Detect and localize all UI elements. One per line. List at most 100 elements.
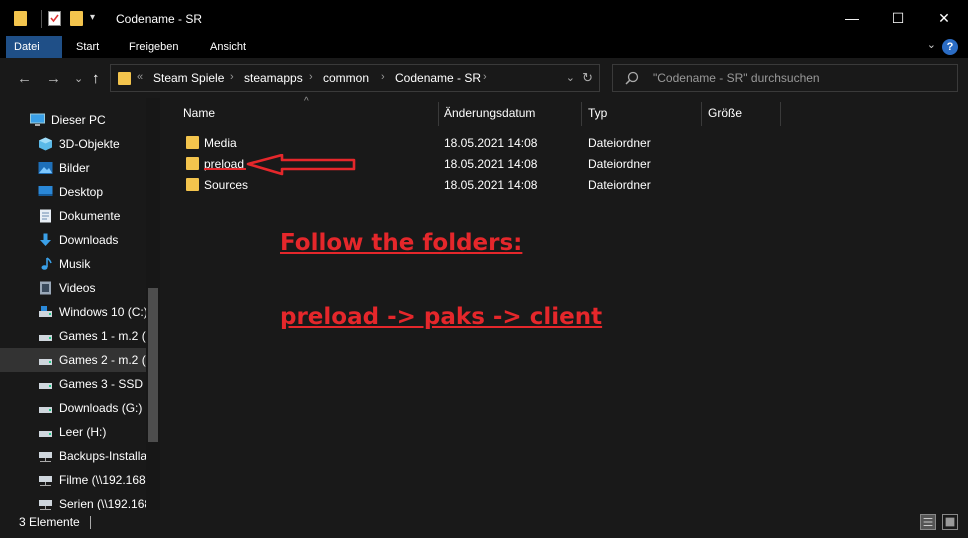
download-icon bbox=[40, 233, 51, 246]
file-date: 18.05.2021 14:08 bbox=[444, 178, 538, 192]
breadcrumb-steam-spiele[interactable]: Steam Spiele bbox=[153, 71, 224, 85]
forward-button[interactable]: → bbox=[46, 70, 61, 87]
minimize-button[interactable]: — bbox=[830, 6, 874, 30]
drive-icon bbox=[39, 383, 52, 389]
sidebar-item-windows-c[interactable]: Windows 10 (C:) bbox=[0, 300, 146, 324]
sidebar-item-label: Leer (H:) bbox=[59, 425, 107, 439]
breadcrumb-common[interactable]: common bbox=[323, 71, 369, 85]
address-dropdown-icon[interactable]: ⌄ bbox=[566, 71, 575, 84]
sidebar-item-backups[interactable]: Backups-Installa bbox=[0, 444, 146, 468]
ribbon-tabs: Datei Start Freigeben Ansicht ⌄ ? bbox=[0, 36, 968, 58]
sidebar-item-label: Downloads (G:) bbox=[59, 401, 143, 415]
sidebar-item-videos[interactable]: Videos bbox=[0, 276, 146, 300]
network-drive-icon bbox=[39, 500, 52, 510]
status-bar: 3 Elemente bbox=[0, 510, 968, 538]
help-icon[interactable]: ? bbox=[942, 39, 958, 55]
tab-freigeben[interactable]: Freigeben bbox=[121, 36, 187, 58]
breadcrumb-steamapps[interactable]: steamapps bbox=[244, 71, 303, 85]
sidebar-item-label: Games 3 - SSD (F bbox=[59, 377, 146, 391]
up-button[interactable]: ↑ bbox=[92, 70, 100, 87]
sidebar-item-label: Downloads bbox=[59, 233, 119, 247]
breadcrumb-overflow[interactable]: « bbox=[137, 71, 143, 83]
sidebar-item-label: Serien (\\192.168 bbox=[59, 497, 146, 510]
sidebar-item-3d-objekte[interactable]: 3D-Objekte bbox=[0, 132, 146, 156]
desktop-icon bbox=[38, 186, 53, 196]
tab-start[interactable]: Start bbox=[68, 36, 107, 58]
video-icon bbox=[40, 281, 51, 295]
sidebar-item-label: Musik bbox=[59, 257, 91, 271]
drive-icon bbox=[39, 407, 52, 413]
drive-icon bbox=[39, 359, 52, 365]
column-divider[interactable] bbox=[780, 102, 781, 126]
breadcrumb-separator[interactable]: › bbox=[309, 71, 313, 83]
breadcrumb-separator[interactable]: › bbox=[483, 71, 487, 83]
sidebar-item-label: Dieser PC bbox=[51, 113, 106, 127]
search-placeholder: "Codename - SR" durchsuchen bbox=[653, 71, 820, 85]
network-drive-icon bbox=[39, 476, 52, 486]
file-name: Sources bbox=[204, 178, 249, 192]
tab-ansicht[interactable]: Ansicht bbox=[202, 36, 254, 58]
scrollbar-thumb[interactable] bbox=[148, 288, 158, 442]
details-view-icon[interactable] bbox=[920, 514, 936, 530]
column-header-name[interactable]: Name bbox=[183, 106, 215, 120]
breadcrumb-separator[interactable]: › bbox=[230, 71, 234, 83]
search-input[interactable]: "Codename - SR" durchsuchen bbox=[612, 64, 958, 92]
properties-icon[interactable] bbox=[48, 11, 61, 26]
close-button[interactable]: ✕ bbox=[922, 6, 966, 30]
sidebar-item-label: Windows 10 (C:) bbox=[59, 305, 146, 319]
maximize-button[interactable]: ☐ bbox=[876, 6, 920, 30]
large-icons-view-icon[interactable] bbox=[942, 514, 958, 530]
sidebar-item-dieser-pc[interactable]: Dieser PC bbox=[0, 108, 146, 132]
column-header-size[interactable]: Größe bbox=[708, 106, 742, 120]
sidebar-item-games-1[interactable]: Games 1 - m.2 (D bbox=[0, 324, 146, 348]
breadcrumb-separator[interactable]: › bbox=[381, 71, 385, 83]
breadcrumb-codename-sr[interactable]: Codename - SR bbox=[395, 71, 481, 85]
quick-access-dropdown-icon[interactable]: ▾ bbox=[90, 12, 95, 23]
sort-indicator-icon: ^ bbox=[304, 96, 309, 107]
back-button[interactable]: ← bbox=[17, 70, 32, 87]
item-count: 3 Elemente bbox=[19, 515, 80, 529]
address-bar[interactable]: « Steam Spiele › steamapps › common › Co… bbox=[110, 64, 600, 92]
window-title: Codename - SR bbox=[116, 12, 203, 26]
file-type: Dateiordner bbox=[588, 136, 651, 150]
sidebar-item-label: Games 1 - m.2 (D bbox=[59, 329, 146, 343]
file-type: Dateiordner bbox=[588, 157, 651, 171]
sidebar-item-musik[interactable]: Musik bbox=[0, 252, 146, 276]
title-bar: ▾ Codename - SR — ☐ ✕ bbox=[0, 0, 968, 36]
picture-icon bbox=[38, 162, 53, 174]
new-folder-icon[interactable] bbox=[70, 11, 83, 26]
tab-datei[interactable]: Datei bbox=[6, 36, 62, 58]
column-divider[interactable] bbox=[438, 102, 439, 126]
sidebar-item-dokumente[interactable]: Dokumente bbox=[0, 204, 146, 228]
sidebar-item-label: Filme (\\192.168 bbox=[59, 473, 146, 487]
column-divider[interactable] bbox=[701, 102, 702, 126]
annotation-line-1: Follow the folders: bbox=[280, 230, 523, 256]
refresh-icon[interactable]: ↻ bbox=[582, 70, 593, 86]
sidebar-item-serien[interactable]: Serien (\\192.168 bbox=[0, 492, 146, 510]
folder-icon bbox=[186, 178, 199, 191]
sidebar-item-downloads-g[interactable]: Downloads (G:) bbox=[0, 396, 146, 420]
sidebar-item-desktop[interactable]: Desktop bbox=[0, 180, 146, 204]
file-row-media[interactable]: Media 18.05.2021 14:08 Dateiordner bbox=[180, 133, 780, 153]
recent-locations-button[interactable]: ⌄ bbox=[74, 72, 83, 85]
file-row-sources[interactable]: Sources 18.05.2021 14:08 Dateiordner bbox=[180, 175, 780, 195]
sidebar-item-bilder[interactable]: Bilder bbox=[0, 156, 146, 180]
column-header-type[interactable]: Typ bbox=[588, 106, 607, 120]
network-drive-icon bbox=[39, 452, 52, 462]
monitor-icon bbox=[30, 113, 45, 126]
sidebar-item-games-3[interactable]: Games 3 - SSD (F bbox=[0, 372, 146, 396]
sidebar-item-label: Desktop bbox=[59, 185, 104, 199]
sidebar-item-downloads[interactable]: Downloads bbox=[0, 228, 146, 252]
cube-icon bbox=[39, 137, 52, 151]
expand-ribbon-icon[interactable]: ⌄ bbox=[927, 38, 936, 51]
sidebar-item-label: Backups-Installa bbox=[59, 449, 146, 463]
drive-icon bbox=[39, 335, 52, 341]
column-header-date[interactable]: Änderungsdatum bbox=[444, 106, 535, 120]
sidebar-scrollbar[interactable] bbox=[146, 98, 160, 510]
sidebar-item-filme[interactable]: Filme (\\192.168 bbox=[0, 468, 146, 492]
sidebar-item-games-2[interactable]: Games 2 - m.2 (E bbox=[0, 348, 146, 372]
red-arrow-annotation bbox=[246, 154, 356, 176]
column-divider[interactable] bbox=[581, 102, 582, 126]
document-icon bbox=[40, 209, 51, 223]
sidebar-item-leer-h[interactable]: Leer (H:) bbox=[0, 420, 146, 444]
